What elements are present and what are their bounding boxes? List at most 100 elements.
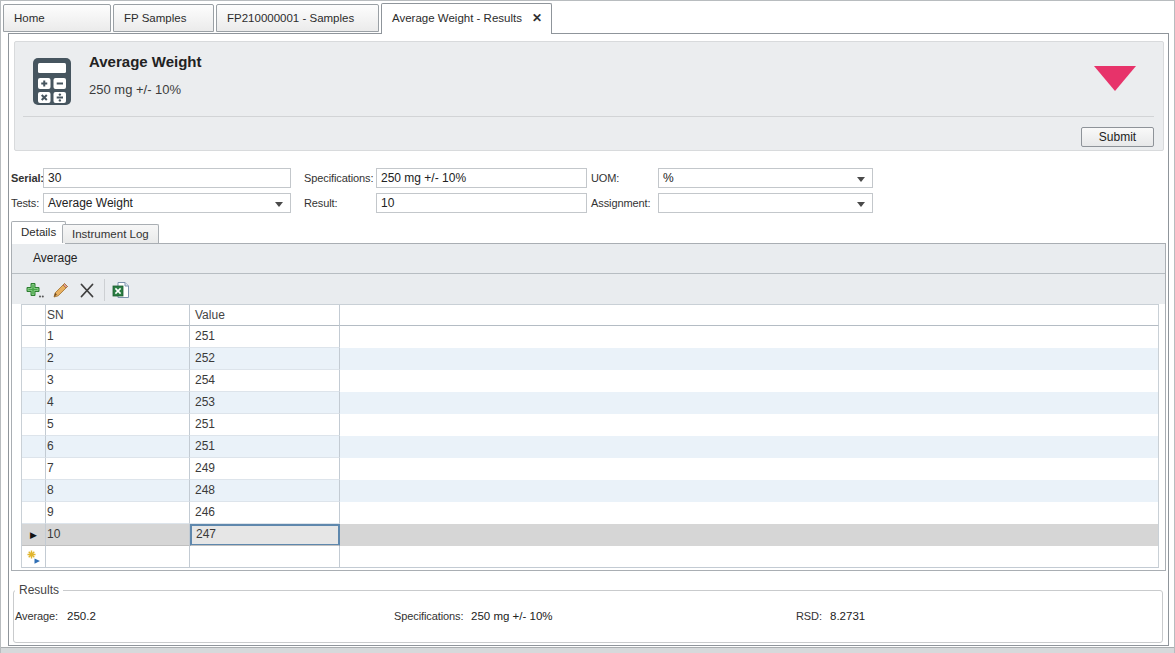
cell-sn[interactable]: 2 (46, 348, 190, 370)
specifications-result-value: 250 mg +/- 10% (471, 610, 553, 622)
average-result-label: Average: (15, 610, 58, 622)
row-marker-cell: ▶ (22, 524, 46, 546)
row-filler (340, 524, 1159, 546)
page-subtitle: 250 mg +/- 10% (89, 82, 181, 97)
tab-fp210000001-samples[interactable]: FP210000001 - Samples (216, 4, 379, 32)
header-value[interactable]: Value (190, 305, 340, 326)
uom-label: UOM: (591, 168, 619, 188)
new-cell-value[interactable] (190, 546, 340, 568)
add-row-icon[interactable] (25, 282, 44, 299)
tab-details[interactable]: Details (11, 221, 66, 244)
table-row[interactable]: 5251 (22, 414, 1159, 436)
tab-average-weight-results-label: Average Weight - Results (392, 12, 522, 24)
export-excel-icon[interactable] (112, 281, 130, 299)
new-row-icon (27, 550, 41, 564)
app-window: Home FP Samples FP210000001 - Samples Av… (0, 0, 1175, 653)
row-filler (340, 502, 1159, 524)
assignment-select[interactable] (658, 193, 873, 213)
uom-select[interactable]: % (658, 168, 873, 188)
row-marker-cell (22, 480, 46, 502)
tests-label: Tests: (11, 193, 39, 213)
table-body: 125122523254425352516251724982489246▶102… (21, 326, 1159, 568)
table-row[interactable]: 2252 (22, 348, 1159, 370)
cell-sn[interactable]: 6 (46, 436, 190, 458)
rsd-result-label: RSD: (796, 610, 822, 622)
table-row[interactable]: ▶ 10247 (22, 524, 1159, 546)
row-filler (340, 458, 1159, 480)
status-fail-triangle-icon (1094, 66, 1136, 91)
submit-button[interactable]: Submit (1081, 127, 1154, 147)
header-filler (340, 305, 1159, 326)
cell-sn[interactable]: 5 (46, 414, 190, 436)
rsd-result-value: 8.2731 (830, 610, 865, 622)
row-marker-cell (22, 458, 46, 480)
tab-close-icon[interactable]: ✕ (532, 4, 542, 32)
row-marker-cell (22, 326, 46, 348)
table-row[interactable]: 3254 (22, 370, 1159, 392)
assignment-label: Assignment: (591, 193, 650, 213)
row-filler (340, 348, 1159, 370)
row-marker-cell (22, 370, 46, 392)
table-row[interactable]: 7249 (22, 458, 1159, 480)
table-header: SN Value (21, 304, 1159, 326)
table-row[interactable]: 6251 (22, 436, 1159, 458)
row-filler (340, 480, 1159, 502)
header-divider (23, 116, 1154, 117)
tab-home[interactable]: Home (3, 4, 111, 32)
new-cell-sn[interactable] (46, 546, 190, 568)
cell-sn[interactable]: 3 (46, 370, 190, 392)
results-legend: Results (15, 583, 63, 597)
table-row[interactable]: 1251 (22, 326, 1159, 348)
delete-row-icon[interactable] (79, 283, 95, 298)
window-bottom-edge (1, 647, 1175, 653)
row-marker-cell (22, 502, 46, 524)
toolbar (12, 274, 1165, 304)
new-row-filler (340, 546, 1159, 568)
selected-row-arrow-icon: ▶ (30, 530, 37, 540)
cell-sn[interactable]: 9 (46, 502, 190, 524)
table-row[interactable]: 9246 (22, 502, 1159, 524)
cell-value[interactable]: 246 (190, 502, 340, 524)
result-input[interactable]: 10 (376, 193, 587, 213)
cell-sn[interactable]: 7 (46, 458, 190, 480)
tab-instrument-log[interactable]: Instrument Log (62, 224, 159, 243)
row-filler (340, 436, 1159, 458)
row-marker-cell (22, 392, 46, 414)
cell-sn[interactable]: 8 (46, 480, 190, 502)
new-row[interactable] (22, 546, 1159, 568)
tab-fp-samples[interactable]: FP Samples (113, 4, 214, 32)
cell-value[interactable]: 251 (190, 326, 340, 348)
cell-sn[interactable]: 10 (46, 524, 190, 546)
table-row[interactable]: 8248 (22, 480, 1159, 502)
specifications-label: Specifications: (304, 168, 373, 188)
page-title: Average Weight (89, 53, 202, 70)
tab-average-weight-results[interactable]: Average Weight - Results ✕ (381, 3, 552, 34)
cell-value[interactable]: 251 (190, 414, 340, 436)
specifications-result-label: Specifications: (394, 610, 463, 622)
serial-input[interactable]: 30 (43, 168, 291, 188)
tests-select[interactable]: Average Weight (43, 193, 291, 213)
cell-value[interactable]: 247 (190, 524, 340, 546)
calculator-icon (32, 57, 72, 106)
table-row[interactable]: 4253 (22, 392, 1159, 414)
cell-value[interactable]: 252 (190, 348, 340, 370)
cell-value[interactable]: 248 (190, 480, 340, 502)
group-header-average: Average (12, 244, 1165, 274)
specifications-input[interactable]: 250 mg +/- 10% (376, 168, 587, 188)
row-marker-cell (22, 414, 46, 436)
tab-fp-samples-label: FP Samples (124, 12, 186, 24)
cell-value[interactable]: 249 (190, 458, 340, 480)
cell-value[interactable]: 251 (190, 436, 340, 458)
header-sn[interactable]: SN (46, 305, 190, 326)
header-marker (22, 305, 46, 326)
row-filler (340, 326, 1159, 348)
cell-value[interactable]: 253 (190, 392, 340, 414)
cell-sn[interactable]: 1 (46, 326, 190, 348)
serial-label: Serial: (11, 168, 44, 188)
toolbar-separator (104, 279, 105, 301)
cell-sn[interactable]: 4 (46, 392, 190, 414)
edit-row-icon[interactable] (52, 281, 70, 299)
results-groupbox (13, 590, 1163, 643)
row-filler (340, 392, 1159, 414)
cell-value[interactable]: 254 (190, 370, 340, 392)
